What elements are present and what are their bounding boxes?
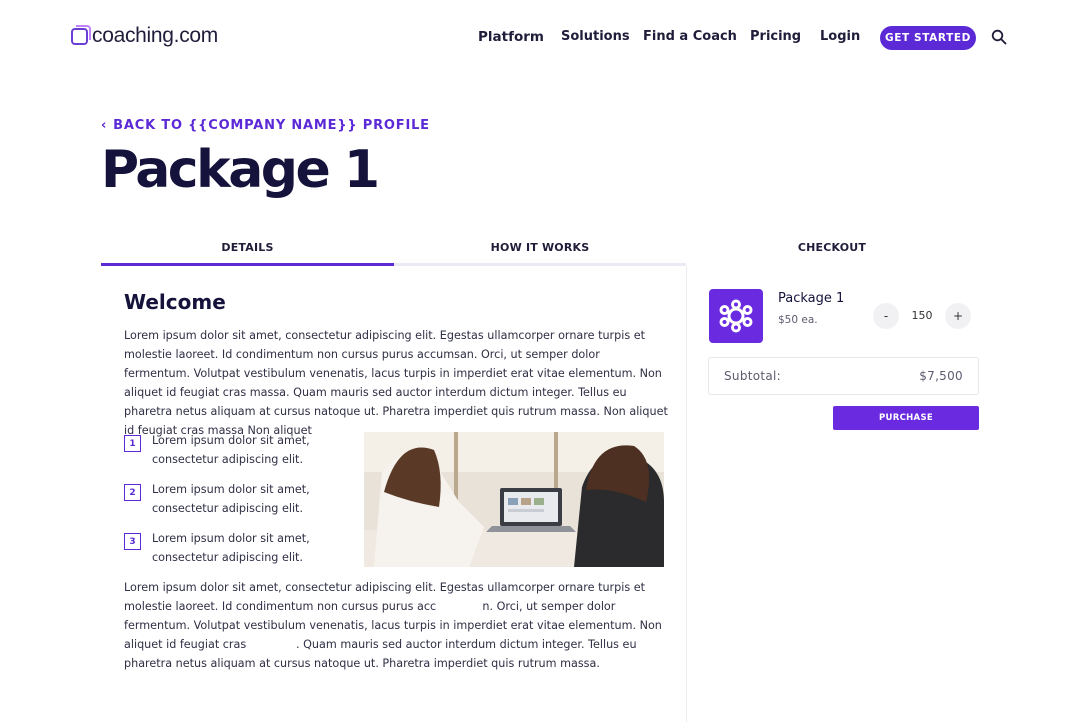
subtotal-value: $7,500 xyxy=(919,369,963,383)
subtotal-label: Subtotal: xyxy=(724,369,782,383)
list-item: 2 Lorem ipsum dolor sit amet, consectetu… xyxy=(124,481,312,519)
subtotal-box: Subtotal: $7,500 xyxy=(708,357,979,395)
search-icon[interactable] xyxy=(991,29,1007,45)
quantity-value[interactable]: 150 xyxy=(904,309,940,322)
list-item: 1 Lorem ipsum dolor sit amet, consectetu… xyxy=(124,432,312,470)
logo-text: coaching.com xyxy=(92,24,218,47)
section-heading: Welcome xyxy=(124,290,226,314)
nav-solutions[interactable]: Solutions xyxy=(561,29,630,44)
quantity-decrease-button[interactable]: - xyxy=(873,303,899,329)
list-number: 1 xyxy=(124,435,141,452)
chevron-left-icon: ‹ xyxy=(101,118,108,133)
outro-paragraph: Lorem ipsum dolor sit amet, consectetur … xyxy=(124,581,666,670)
tab-active-indicator xyxy=(101,263,394,266)
logo-icon xyxy=(71,24,91,45)
list-item-text: Lorem ipsum dolor sit amet, consectetur … xyxy=(152,532,310,564)
nav-platform[interactable]: Platform xyxy=(478,29,544,45)
tab-details[interactable]: DETAILS xyxy=(101,241,394,254)
site-header: coaching.com Platform Solutions Find a C… xyxy=(0,0,1080,75)
nav-find-a-coach[interactable]: Find a Coach xyxy=(643,29,737,44)
list-item: 3 Lorem ipsum dolor sit amet, consectetu… xyxy=(124,530,312,568)
back-to-profile-link[interactable]: ‹ BACK TO {{COMPANY NAME}} PROFILE xyxy=(101,118,430,133)
page-title: Package 1 xyxy=(101,140,380,200)
tab-checkout[interactable]: CHECKOUT xyxy=(686,241,978,254)
column-divider xyxy=(686,266,687,722)
get-started-button[interactable]: GET STARTED xyxy=(880,26,976,50)
tab-how-it-works[interactable]: HOW IT WORKS xyxy=(394,241,686,254)
list-number: 2 xyxy=(124,484,141,501)
package-name: Package 1 xyxy=(778,291,845,306)
purchase-button[interactable]: PURCHASE xyxy=(833,406,979,430)
logo[interactable]: coaching.com xyxy=(71,24,218,48)
list-item-text: Lorem ipsum dolor sit amet, consectetur … xyxy=(152,483,310,515)
list-number: 3 xyxy=(124,533,141,550)
back-link-label: BACK TO {{COMPANY NAME}} PROFILE xyxy=(113,118,430,133)
nav-pricing[interactable]: Pricing xyxy=(750,29,801,44)
package-unit-price: $50 ea. xyxy=(778,314,818,326)
nav-login[interactable]: Login xyxy=(820,29,860,44)
coaching-session-photo xyxy=(364,432,664,567)
quantity-increase-button[interactable]: + xyxy=(945,303,971,329)
package-icon xyxy=(709,289,763,343)
list-item-text: Lorem ipsum dolor sit amet, consectetur … xyxy=(152,434,310,466)
intro-paragraph: Lorem ipsum dolor sit amet, consectetur … xyxy=(124,329,668,437)
